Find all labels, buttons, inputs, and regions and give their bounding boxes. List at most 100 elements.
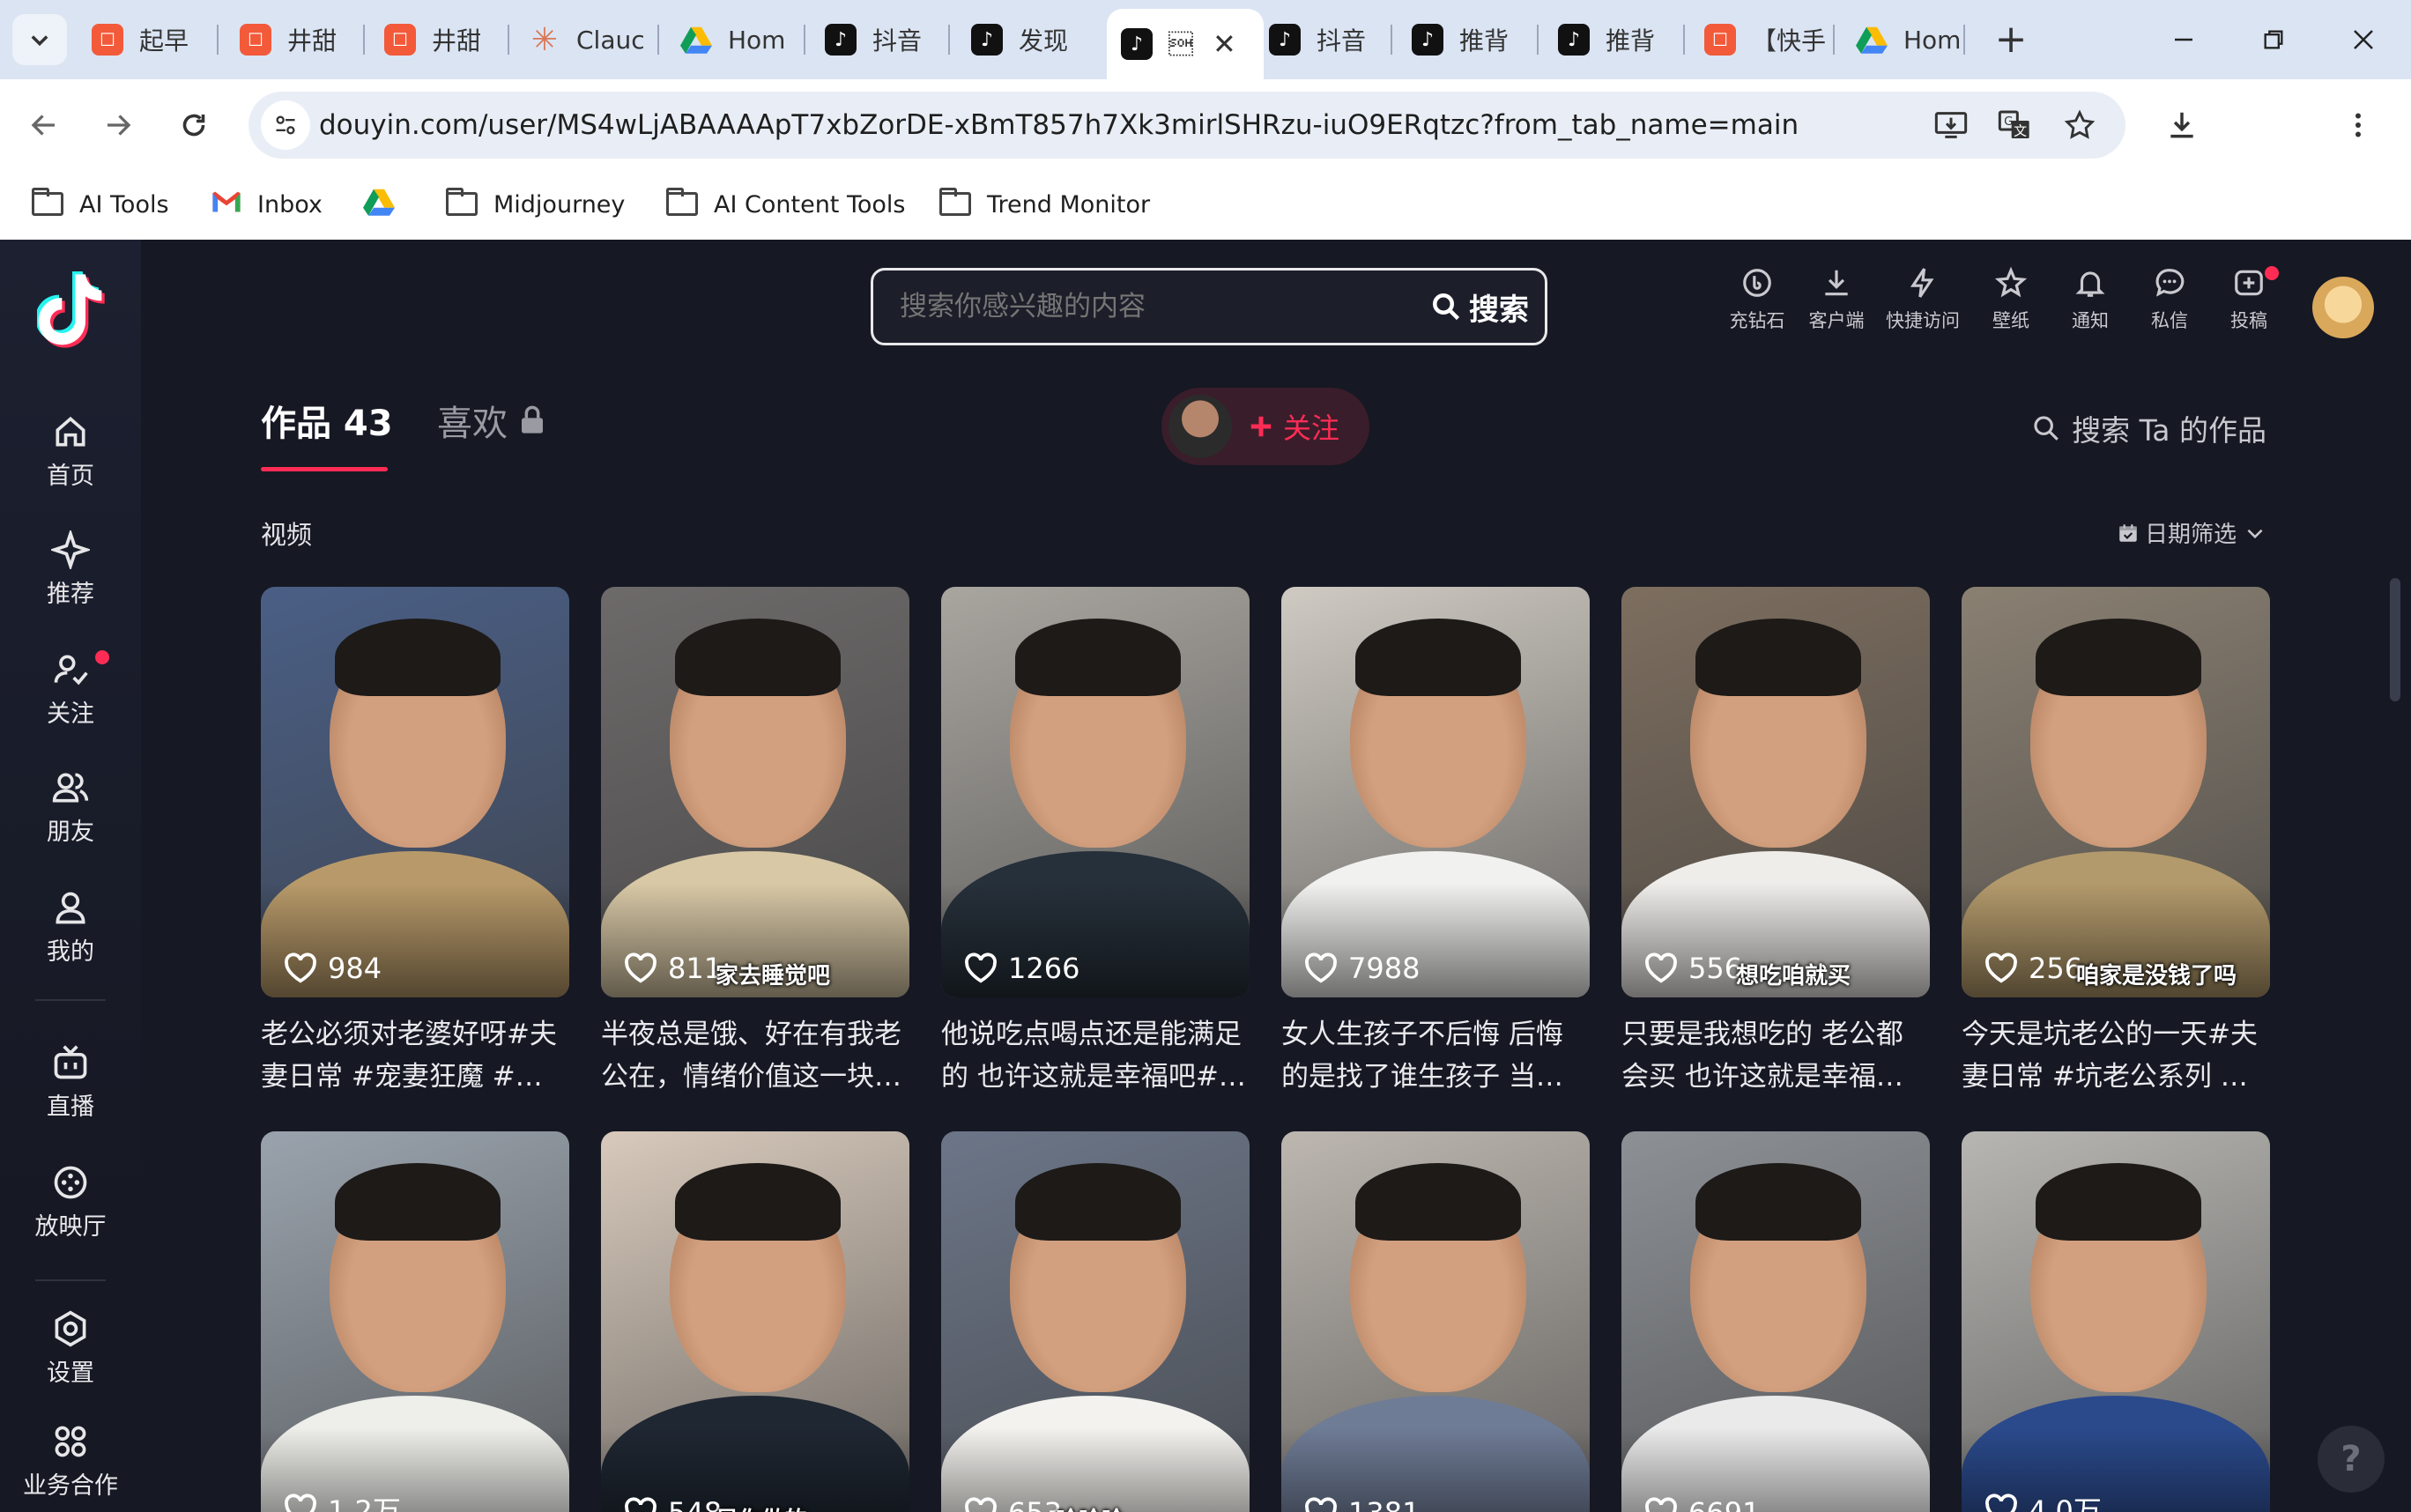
folder-icon bbox=[939, 187, 971, 222]
video-card[interactable]: 811家去睡觉吧半夜总是饿、好在有我老公在，情绪价值这一块拉满了 bbox=[601, 587, 909, 1098]
forward-button[interactable] bbox=[92, 99, 145, 152]
sidebar-item-friends[interactable]: 朋友 bbox=[0, 752, 141, 858]
browser-tab[interactable]: ♪ 推背 bbox=[1544, 9, 1685, 70]
browser-tab[interactable]: ♪ 推背 bbox=[1398, 9, 1539, 70]
sidebar-item-grid[interactable]: 业务合作 bbox=[0, 1406, 141, 1512]
video-card[interactable]: 556想吃咱就买只要是我想吃的 老公都会买 也许这就是幸福吧#夫妻 bbox=[1621, 587, 1930, 1098]
video-thumbnail[interactable]: 6691 bbox=[1621, 1131, 1930, 1512]
header-action-bell[interactable]: 通知 bbox=[2048, 266, 2133, 354]
tab-works[interactable]: 作品 43 bbox=[261, 395, 393, 446]
video-card[interactable]: 1266 他说吃点喝点还是能满足的 也许这就是幸福吧#夫妻日常 bbox=[941, 587, 1250, 1098]
browser-tab[interactable]: Hom bbox=[666, 9, 805, 70]
video-thumbnail[interactable]: 556 想吃咱就买 bbox=[1621, 587, 1930, 997]
douyin-logo-icon[interactable] bbox=[37, 271, 108, 351]
video-thumbnail[interactable]: 811 家去睡觉吧 bbox=[601, 587, 909, 997]
video-thumbnail[interactable]: 548是你做的 bbox=[601, 1131, 909, 1512]
video-card[interactable]: 548是你做的 bbox=[601, 1131, 909, 1512]
header-action-chat[interactable]: 私信 bbox=[2127, 266, 2212, 354]
sidebar-item-gear[interactable]: 设置 bbox=[0, 1293, 141, 1399]
browser-tab[interactable]: ☐ 井甜 bbox=[370, 9, 509, 70]
site-info-button[interactable] bbox=[261, 100, 310, 150]
follow-button[interactable]: 关注 bbox=[1161, 388, 1369, 465]
reload-button[interactable] bbox=[167, 99, 220, 152]
video-description[interactable]: 他说吃点喝点还是能满足的 也许这就是幸福吧#夫妻日常 bbox=[941, 1013, 1250, 1098]
sidebar-item-home[interactable]: 首页 bbox=[0, 397, 141, 502]
bookmark-item[interactable]: Inbox bbox=[211, 182, 323, 227]
video-thumbnail[interactable]: 7988 bbox=[1281, 587, 1590, 997]
close-icon bbox=[2354, 30, 2373, 49]
address-bar[interactable]: douyin.com/user/MS4wLjABAAAApT7xbZorDE-x… bbox=[249, 92, 2125, 159]
header-action-upload[interactable]: 投稿 bbox=[2207, 266, 2291, 354]
browser-tab[interactable]: ✳ Clauc bbox=[515, 9, 659, 70]
header-action-star[interactable]: 壁纸 bbox=[1969, 266, 2053, 354]
video-card[interactable]: 7988 女人生孩子不后悔 后悔的是找了谁生孩子 当你找对人 bbox=[1281, 587, 1590, 1098]
video-description[interactable]: 只要是我想吃的 老公都会买 也许这就是幸福吧#夫妻 bbox=[1621, 1013, 1930, 1098]
video-description[interactable]: 今天是坑老公的一天#夫妻日常 #坑老公系列 #搞笑 bbox=[1962, 1013, 2270, 1098]
sidebar-item-gamepad[interactable]: 放映厅 bbox=[0, 1147, 141, 1253]
browser-tab[interactable]: ☐ 井甜 bbox=[226, 9, 365, 70]
close-window-button[interactable] bbox=[2319, 9, 2407, 70]
browser-tab-active[interactable]: ♪  ✕ bbox=[1107, 9, 1264, 79]
help-button[interactable]: ? bbox=[2318, 1426, 2385, 1493]
video-thumbnail[interactable]: 4.0万 bbox=[1962, 1131, 2270, 1512]
translate-icon[interactable]: 文G bbox=[1993, 104, 2036, 146]
video-thumbnail[interactable]: 256 咱家是没钱了吗 bbox=[1962, 587, 2270, 997]
header-action-download[interactable]: 客户端 bbox=[1794, 266, 1879, 354]
browser-tab-title: 发现 bbox=[1019, 26, 1069, 56]
bookmark-item[interactable]: Midjourney bbox=[446, 182, 625, 227]
bookmark-item[interactable] bbox=[363, 182, 411, 227]
search-button[interactable]: 搜索 bbox=[1430, 279, 1529, 334]
sidebar-item-sparkle[interactable]: 推荐 bbox=[0, 515, 141, 620]
video-card[interactable]: 4.0万 bbox=[1962, 1131, 2270, 1512]
search-works-button[interactable]: 搜索 Ta 的作品 bbox=[2031, 407, 2266, 449]
bookmark-item[interactable]: AI Content Tools bbox=[666, 182, 906, 227]
bookmark-item[interactable]: Trend Monitor bbox=[939, 182, 1150, 227]
browser-tab[interactable]: Hom bbox=[1842, 9, 1965, 70]
back-button[interactable] bbox=[18, 99, 70, 152]
header-action-diamond[interactable]: 充钻石 bbox=[1715, 266, 1799, 354]
sidebar-item-user[interactable]: 我的 bbox=[0, 872, 141, 978]
url-text[interactable]: douyin.com/user/MS4wLjABAAAApT7xbZorDE-x… bbox=[319, 92, 1799, 159]
date-filter-dropdown[interactable]: 日期筛选 bbox=[2117, 516, 2266, 549]
sidebar-item-tv[interactable]: 直播 bbox=[0, 1027, 141, 1133]
browser-menu-button[interactable] bbox=[2332, 99, 2385, 152]
video-card[interactable]: 256咱家是没钱了吗今天是坑老公的一天#夫妻日常 #坑老公系列 #搞笑 bbox=[1962, 587, 2270, 1098]
close-tab-icon[interactable]: ✕ bbox=[1213, 27, 1236, 61]
new-tab-button[interactable]: + bbox=[1986, 12, 2036, 65]
video-card[interactable]: 6691 bbox=[1621, 1131, 1930, 1512]
heart-icon bbox=[1645, 1497, 1677, 1512]
video-description[interactable]: 老公必须对老婆好呀#夫妻日常 #宠妻狂魔 #自我介绍 bbox=[261, 1013, 569, 1098]
header-action-lightning[interactable]: 快捷访问 bbox=[1881, 266, 1965, 354]
video-description[interactable]: 女人生孩子不后悔 后悔的是找了谁生孩子 当你找对人 bbox=[1281, 1013, 1590, 1098]
video-card[interactable]: 653哈哈哈 bbox=[941, 1131, 1250, 1512]
video-description[interactable]: 半夜总是饿、好在有我老公在，情绪价值这一块拉满了 bbox=[601, 1013, 909, 1098]
browser-tab[interactable]: ♪ 抖音 bbox=[1255, 9, 1392, 70]
like-count: 548 bbox=[624, 1496, 722, 1512]
like-count-value: 1381 bbox=[1348, 1496, 1420, 1512]
search-input[interactable] bbox=[900, 271, 1393, 343]
sidebar-item-follow[interactable]: 关注 bbox=[0, 634, 141, 740]
user-avatar[interactable] bbox=[2312, 277, 2374, 338]
video-card[interactable]: 984 老公必须对老婆好呀#夫妻日常 #宠妻狂魔 #自我介绍 bbox=[261, 587, 569, 1098]
video-card[interactable]: 1.2万 bbox=[261, 1131, 569, 1512]
bookmark-star-icon[interactable] bbox=[2059, 104, 2101, 146]
tab-likes[interactable]: 喜欢 bbox=[437, 395, 546, 446]
browser-tab[interactable]: ♪ 抖音 bbox=[811, 9, 950, 70]
browser-tab[interactable]: ♪ 发现 bbox=[957, 9, 1102, 70]
install-app-icon[interactable] bbox=[1930, 104, 1972, 146]
restore-button[interactable] bbox=[2229, 9, 2318, 70]
scrollbar-thumb[interactable] bbox=[2390, 578, 2400, 701]
video-card[interactable]: 1381 bbox=[1281, 1131, 1590, 1512]
bookmark-item[interactable]: AI Tools bbox=[32, 182, 169, 227]
video-thumbnail[interactable]: 984 bbox=[261, 587, 569, 997]
minimize-button[interactable] bbox=[2140, 9, 2228, 70]
video-thumbnail[interactable]: 1381 bbox=[1281, 1131, 1590, 1512]
video-overlay-caption: 想吃咱就买 bbox=[1736, 963, 1851, 989]
tab-search-button[interactable] bbox=[12, 14, 67, 65]
downloads-button[interactable] bbox=[2155, 99, 2208, 152]
video-thumbnail[interactable]: 1266 bbox=[941, 587, 1250, 997]
video-thumbnail[interactable]: 1.2万 bbox=[261, 1131, 569, 1512]
browser-tab[interactable]: ☐ 【快手 bbox=[1690, 9, 1835, 70]
video-thumbnail[interactable]: 653哈哈哈 bbox=[941, 1131, 1250, 1512]
browser-tab[interactable]: ☐ 起早 bbox=[78, 9, 219, 70]
